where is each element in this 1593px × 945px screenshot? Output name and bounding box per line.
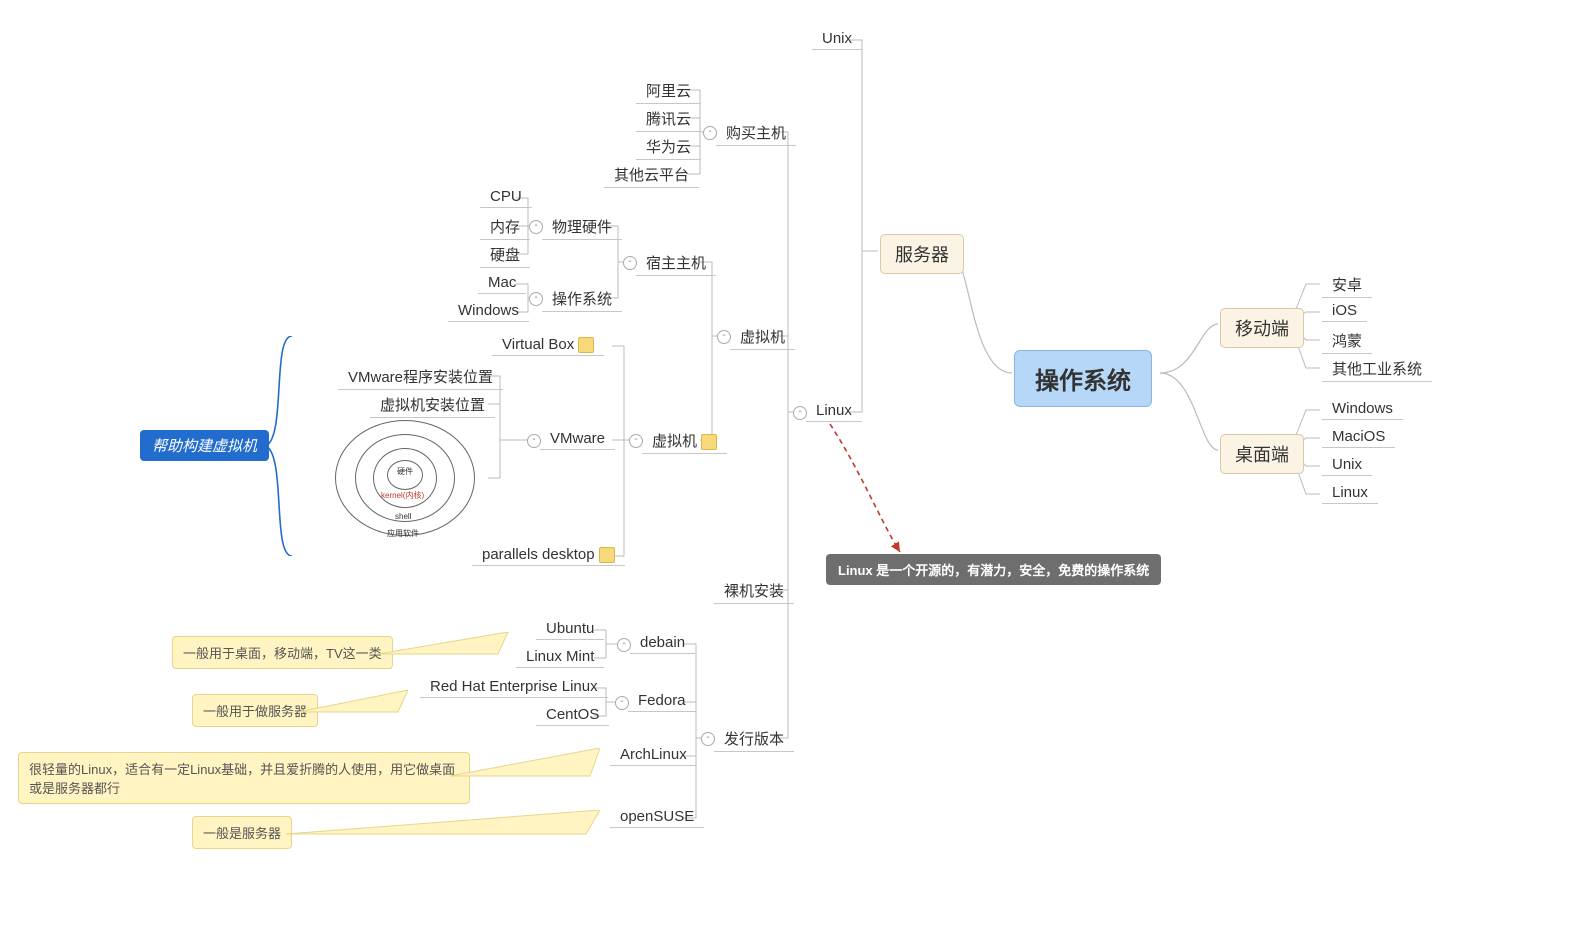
ring-l4: 应用软件 [387,528,419,539]
rings-diagram: 硬件 kernel(内核) shell 应用软件 [325,418,485,538]
leaf-cpu[interactable]: CPU [480,186,532,208]
toggle-buyhost[interactable]: - [703,126,717,140]
leaf-vbox[interactable]: Virtual Box [492,334,604,356]
branch-server[interactable]: 服务器 [880,234,964,274]
leaf-suse[interactable]: openSUSE [610,806,704,828]
leaf-disk[interactable]: 硬盘 [480,242,530,268]
toggle-dist[interactable]: - [701,732,715,746]
leaf-win[interactable]: Windows [448,300,529,322]
leaf-harmony[interactable]: 鸿蒙 [1322,328,1372,354]
node-vmsoft[interactable]: 虚拟机 [642,428,727,454]
leaf-huawei[interactable]: 华为云 [636,134,701,160]
leaf-aliyun[interactable]: 阿里云 [636,78,701,104]
ring-l3: shell [395,512,411,521]
branch-mobile[interactable]: 移动端 [1220,308,1304,348]
root-label: 操作系统 [1035,368,1131,395]
leaf-arch[interactable]: ArchLinux [610,744,697,766]
leaf-vm-install[interactable]: 虚拟机安装位置 [370,392,495,418]
leaf-macios[interactable]: MaciOS [1322,426,1395,448]
node-fedora[interactable]: Fedora [628,690,696,712]
toggle-hw[interactable]: - [529,220,543,234]
leaf-mem[interactable]: 内存 [480,214,530,240]
node-debian[interactable]: debain [630,632,695,654]
leaf-linux-desktop[interactable]: Linux [1322,482,1378,504]
leaf-othercloud[interactable]: 其他云平台 [604,162,699,188]
leaf-tencent[interactable]: 腾讯云 [636,106,701,132]
toggle-os[interactable]: - [529,292,543,306]
toggle-vmware[interactable]: - [527,434,541,448]
branch-desktop[interactable]: 桌面端 [1220,434,1304,474]
leaf-ubuntu[interactable]: Ubuntu [536,618,604,640]
node-host[interactable]: 宿主主机 [636,250,716,276]
callout-linux: Linux 是一个开源的，有潜力，安全，免费的操作系统 [826,554,1161,585]
leaf-vmware[interactable]: VMware [540,428,615,450]
toggle-debian[interactable]: - [617,638,631,652]
note-icon [599,547,615,563]
sticker-arch: 很轻量的Linux，适合有一定Linux基础，并且爱折腾的人使用，用它做桌面或是… [18,752,470,804]
leaf-mac[interactable]: Mac [478,272,526,294]
leaf-windows[interactable]: Windows [1322,398,1403,420]
node-vm[interactable]: 虚拟机 [730,324,795,350]
node-buyhost[interactable]: 购买主机 [716,120,796,146]
node-dist[interactable]: 发行版本 [714,726,794,752]
node-os[interactable]: 操作系统 [542,286,622,312]
leaf-parallels[interactable]: parallels desktop [472,544,625,566]
leaf-bare[interactable]: 裸机安装 [714,578,794,604]
leaf-centos[interactable]: CentOS [536,704,609,726]
leaf-unix[interactable]: Unix [812,28,862,50]
note-icon [578,337,594,353]
leaf-ios[interactable]: iOS [1322,300,1367,322]
leaf-linux[interactable]: Linux [806,400,862,422]
leaf-android[interactable]: 安卓 [1322,272,1372,298]
root-node[interactable]: 操作系统 [1014,350,1152,407]
node-hw[interactable]: 物理硬件 [542,214,622,240]
sticker-fedora: 一般用于做服务器 [192,694,318,727]
leaf-other-industrial[interactable]: 其他工业系统 [1322,356,1432,382]
toggle-fedora[interactable]: - [615,696,629,710]
sticker-debian: 一般用于桌面，移动端，TV这一类 [172,636,393,669]
leaf-mint[interactable]: Linux Mint [516,646,604,668]
leaf-unix-desktop[interactable]: Unix [1322,454,1372,476]
ring-l1: 硬件 [397,466,413,477]
toggle-host[interactable]: - [623,256,637,270]
sticker-suse: 一般是服务器 [192,816,292,849]
tag-vm-help: 帮助构建虚拟机 [140,430,269,461]
ring-l2: kernel(内核) [381,490,424,501]
leaf-vmware-install[interactable]: VMware程序安装位置 [338,364,503,390]
leaf-rhel[interactable]: Red Hat Enterprise Linux [420,676,608,698]
toggle-linux[interactable]: - [793,406,807,420]
toggle-vm[interactable]: - [717,330,731,344]
note-icon [701,434,717,450]
toggle-vmsoft[interactable]: - [629,434,643,448]
